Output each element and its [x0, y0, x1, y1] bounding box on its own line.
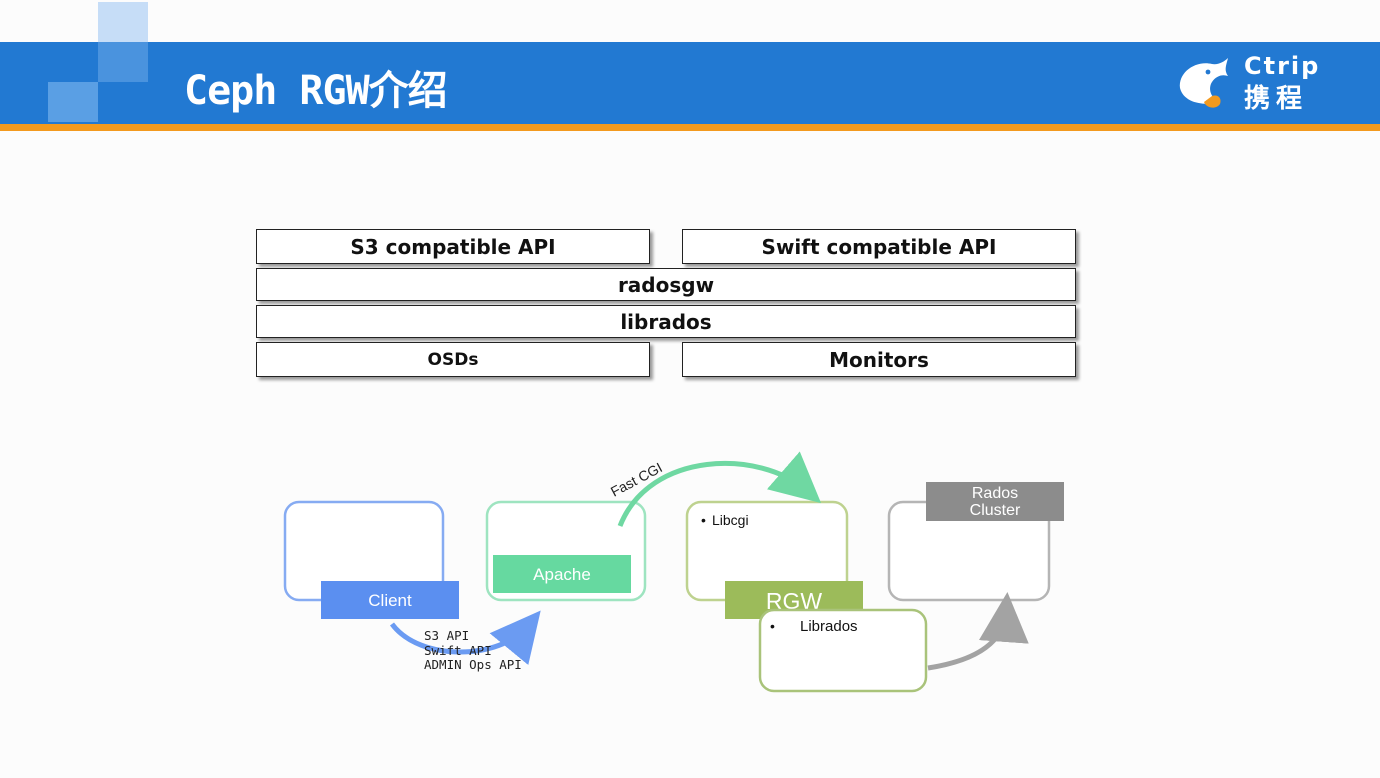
- librados-to-rados-arrow: [927, 592, 1029, 671]
- rados-cluster-label-line2: Cluster: [970, 502, 1021, 519]
- libcgi-bullet: •: [701, 512, 706, 528]
- librados-bullet: •: [770, 618, 775, 634]
- request-flow-diagram: Client Apache • Libcgi RGW • Librados Ra…: [283, 451, 1064, 693]
- client-label: Client: [368, 591, 412, 610]
- api-list-item: S3 API: [424, 628, 469, 643]
- api-list-item: Swift API: [424, 643, 492, 658]
- slide: Ceph RGW介绍 Ctrip 携程 S3 compatible API Sw…: [0, 0, 1380, 778]
- libcgi-label: Libcgi: [712, 512, 749, 528]
- apache-label: Apache: [533, 565, 591, 584]
- librados-flow-label: Librados: [800, 618, 858, 635]
- rados-cluster-label-line1: Rados: [972, 485, 1018, 502]
- api-list-item: ADMIN Ops API: [424, 657, 522, 672]
